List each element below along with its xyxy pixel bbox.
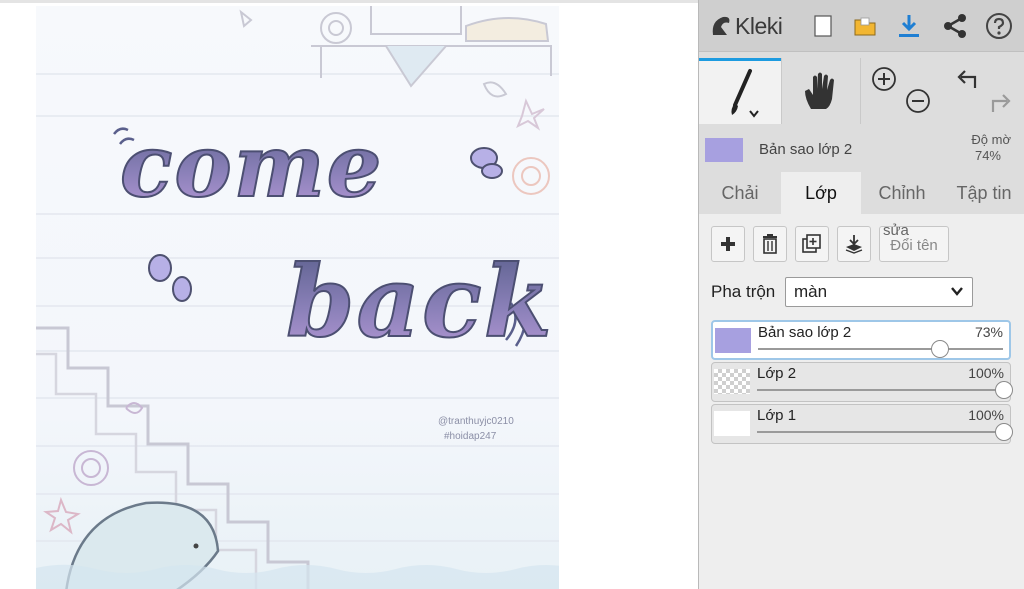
app-name: Kleki [735, 12, 783, 39]
panel-tabs: Chải Lớp Chỉnh Tập tin [699, 172, 1024, 214]
tab-adjust[interactable]: Chỉnh [863, 172, 941, 214]
trash-icon [763, 234, 777, 254]
layer-item[interactable]: Bản sao lớp 2 73% [711, 320, 1011, 360]
new-file-icon [814, 15, 832, 37]
merge-down-icon [845, 235, 863, 254]
tab-file[interactable]: Tập tin [943, 172, 1024, 214]
tool-row [699, 58, 1024, 124]
kleki-logo-icon [712, 16, 730, 35]
blend-mode-select[interactable]: màn [785, 277, 973, 307]
layer-opacity: 100% [968, 407, 1004, 423]
layer-opacity-track[interactable] [757, 389, 1004, 391]
layer-name: Lớp 1 [757, 407, 797, 424]
rename-overlay-text: sửa [883, 222, 909, 239]
app-logo[interactable]: Kleki [709, 10, 783, 42]
canvas-workspace[interactable]: come back @tranthuyjc0210 #hoidap247 [0, 0, 698, 589]
help-icon [986, 13, 1012, 39]
layer-thumbnail [714, 411, 750, 436]
blend-mode-label: Pha trộn [711, 282, 776, 301]
share-icon [944, 14, 966, 38]
current-layer-name: Bản sao lớp 2 [759, 141, 853, 158]
canvas-artwork: come back [36, 6, 559, 589]
layer-name: Lớp 2 [757, 365, 797, 382]
current-layer-info: Bản sao lớp 2 Độ mờ 74% [699, 130, 1024, 170]
zoom-in-button[interactable] [871, 66, 897, 92]
duplicate-layer-button[interactable] [795, 226, 829, 262]
canvas-title-line1: come [120, 116, 383, 217]
undo-icon [957, 70, 977, 88]
chevron-down-icon [951, 287, 963, 296]
drawing-canvas[interactable]: come back @tranthuyjc0210 #hoidap247 [36, 6, 559, 589]
hand-icon [805, 72, 834, 109]
watermark-user: @tranthuyjc0210 [438, 416, 514, 427]
brush-icon [731, 68, 759, 118]
tab-layers[interactable]: Lớp [781, 172, 861, 214]
top-toolbar: Kleki [699, 0, 1024, 52]
layer-opacity: 100% [968, 365, 1004, 381]
open-folder-icon [854, 17, 876, 36]
open-file-button[interactable] [849, 10, 881, 42]
merge-down-button[interactable] [837, 226, 871, 262]
layer-opacity-track[interactable] [757, 431, 1004, 433]
zoom-out-icon [906, 89, 930, 113]
layer-name: Bản sao lớp 2 [758, 324, 852, 341]
layer-thumbnail [714, 369, 750, 394]
download-icon [899, 15, 919, 37]
add-layer-button[interactable] [711, 226, 745, 262]
layer-opacity-knob[interactable] [995, 423, 1013, 441]
layer-opacity: 73% [974, 324, 1003, 340]
share-button[interactable] [939, 10, 971, 42]
plus-icon [721, 237, 735, 251]
layers-pane: Đổi tên sửa Pha trộn màn Bản sao lớp 2 7… [699, 214, 1024, 589]
layer-opacity-knob[interactable] [995, 381, 1013, 399]
zoom-out-button[interactable] [905, 88, 931, 114]
canvas-title-line2: back [286, 245, 554, 360]
layer-opacity-knob[interactable] [930, 340, 949, 358]
opacity-label: Độ mờ [971, 132, 1011, 147]
redo-button[interactable] [987, 90, 1013, 116]
side-panel: Kleki Bản sao lớp 2 Độ mờ 74% Chải Lớp C… [698, 0, 1024, 589]
zoom-in-icon [872, 67, 896, 91]
app-root: come back @tranthuyjc0210 #hoidap247 Kle… [0, 0, 1024, 589]
opacity-value: 74% [974, 148, 1001, 163]
help-button[interactable] [983, 10, 1015, 42]
layer-opacity-track[interactable] [758, 348, 1003, 350]
hand-tool-button[interactable] [781, 58, 861, 124]
redo-icon [991, 94, 1011, 112]
current-layer-thumbnail [705, 138, 743, 162]
layer-item[interactable]: Lớp 1 100% [711, 404, 1013, 444]
layer-item[interactable]: Lớp 2 100% [711, 362, 1013, 402]
duplicate-icon [802, 234, 821, 253]
tab-brush[interactable]: Chải [699, 172, 781, 214]
rename-label: Đổi tên [890, 236, 938, 254]
undo-button[interactable] [955, 66, 981, 92]
brush-tool-button[interactable] [699, 58, 781, 124]
delete-layer-button[interactable] [753, 226, 787, 262]
blend-mode-value: màn [794, 282, 828, 301]
layer-thumbnail [715, 328, 751, 353]
download-button[interactable] [893, 10, 925, 42]
new-file-button[interactable] [807, 10, 839, 42]
watermark-tag: #hoidap247 [444, 431, 497, 442]
